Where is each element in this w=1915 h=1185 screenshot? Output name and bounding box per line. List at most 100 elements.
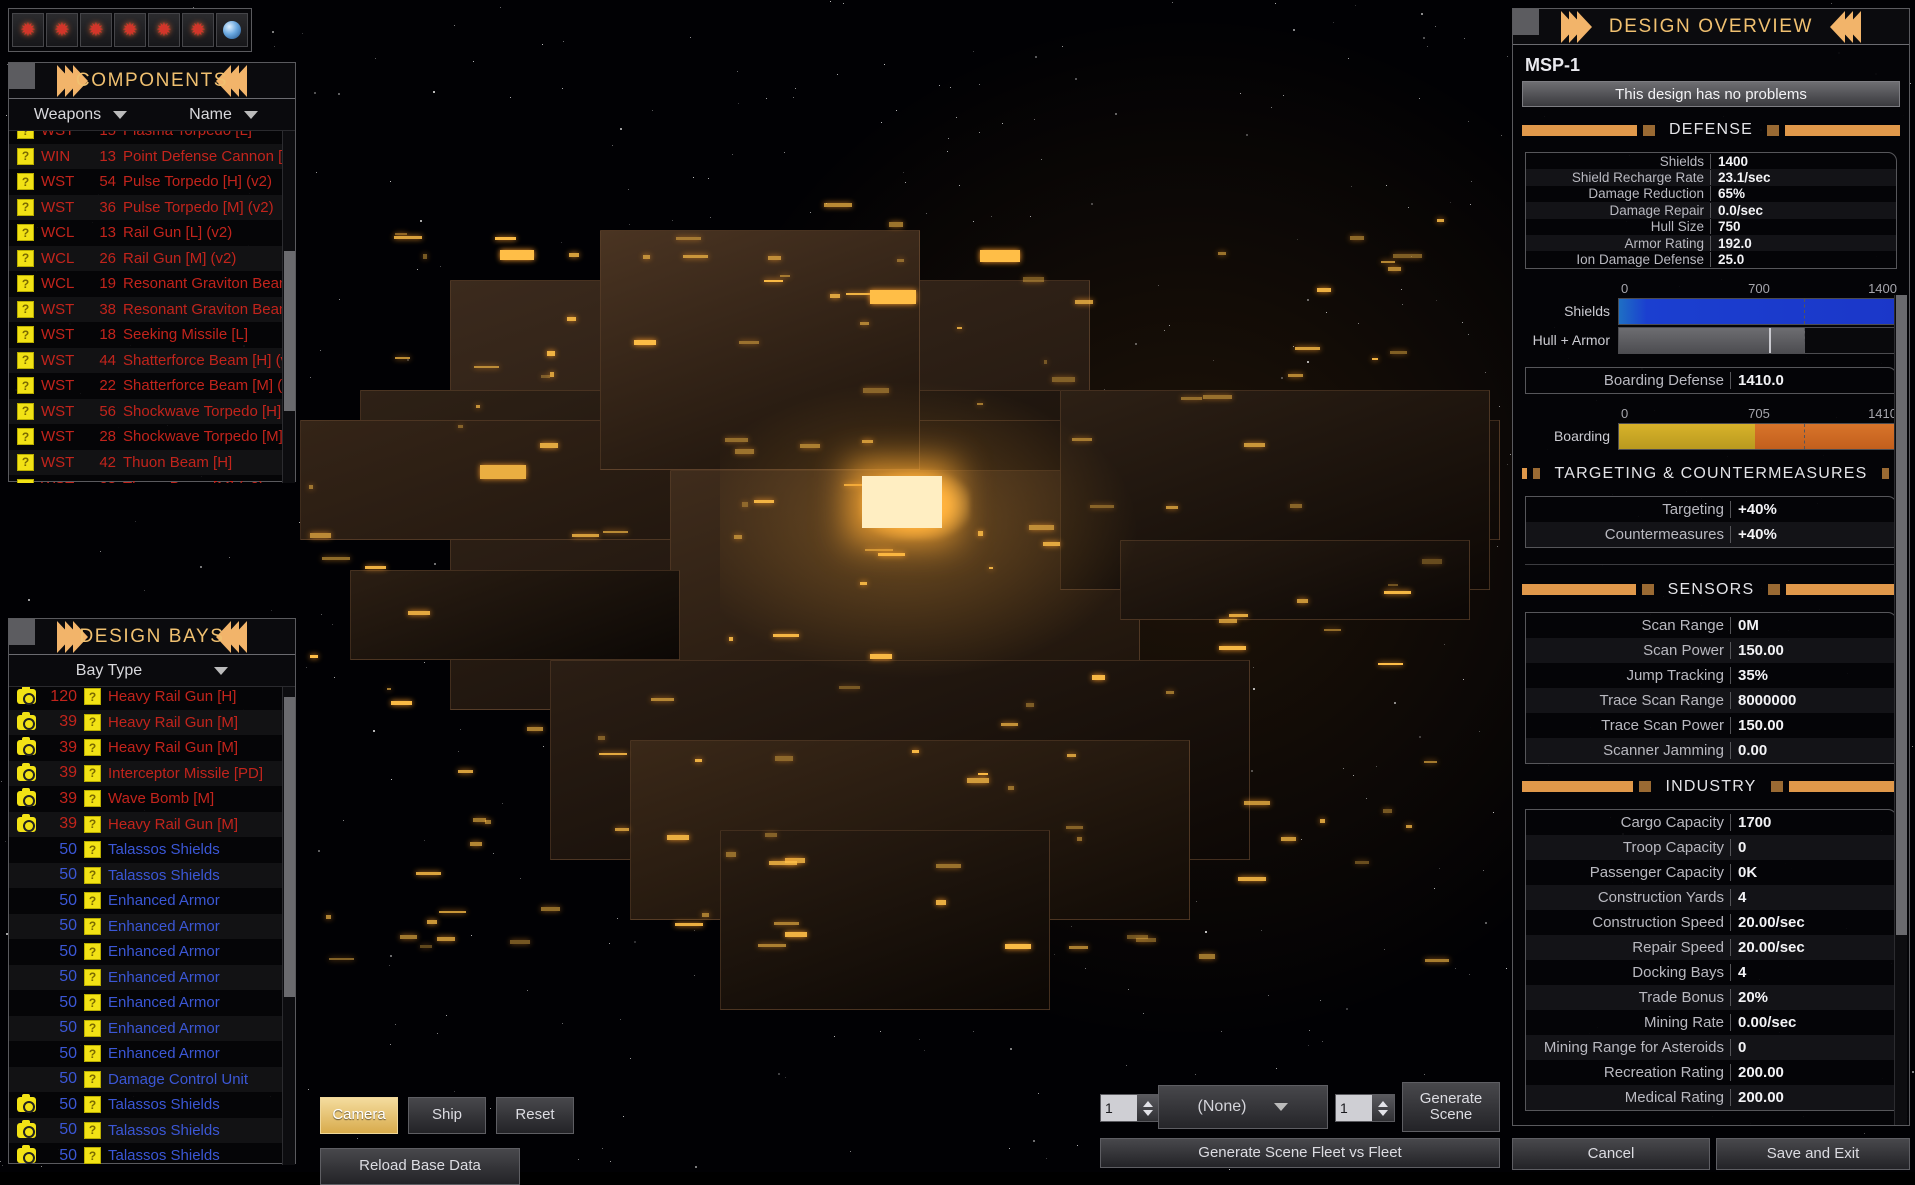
scene-count-stepper-1[interactable]: 1: [1100, 1094, 1160, 1122]
camera-icon[interactable]: [17, 791, 36, 806]
help-icon[interactable]: ?: [84, 1045, 101, 1062]
sun-icon-button-1[interactable]: ✹: [12, 13, 44, 47]
chevron-up-icon[interactable]: [1378, 1101, 1388, 1107]
list-item[interactable]: 50?Talassos Shields: [9, 1118, 295, 1144]
ship-button[interactable]: Ship: [408, 1097, 486, 1134]
table-row[interactable]: ?WIN13Point Defense Cannon [P: [9, 144, 295, 170]
list-item[interactable]: 50?Enhanced Armor: [9, 990, 295, 1016]
table-row[interactable]: ?WST44Shatterforce Beam [H] (v: [9, 348, 295, 374]
table-row[interactable]: ?WST36Pulse Torpedo [M] (v2): [9, 195, 295, 221]
table-row[interactable]: ?WST15Plasma Torpedo [L]: [9, 131, 295, 144]
sun-icon-button-2[interactable]: ✹: [46, 13, 78, 47]
list-item[interactable]: 39?Wave Bomb [M]: [9, 786, 295, 812]
help-icon[interactable]: ?: [17, 377, 34, 394]
help-icon[interactable]: ?: [17, 173, 34, 190]
help-icon[interactable]: ?: [17, 326, 34, 343]
scene-count-value-1[interactable]: 1: [1101, 1095, 1137, 1121]
camera-icon[interactable]: [17, 1148, 36, 1163]
chevron-down-icon[interactable]: [1143, 1110, 1153, 1116]
help-icon[interactable]: ?: [17, 131, 34, 139]
reset-button[interactable]: Reset: [496, 1097, 574, 1134]
camera-icon[interactable]: [17, 689, 36, 704]
camera-icon[interactable]: [17, 740, 36, 755]
help-icon[interactable]: ?: [84, 1020, 101, 1037]
list-item[interactable]: 50?Enhanced Armor: [9, 1016, 295, 1042]
save-and-exit-button[interactable]: Save and Exit: [1716, 1138, 1910, 1170]
help-icon[interactable]: ?: [84, 918, 101, 935]
stepper-arrows-2[interactable]: [1372, 1095, 1394, 1121]
table-row[interactable]: ?WST18Seeking Missile [L]: [9, 322, 295, 348]
components-category-dropdown[interactable]: Weapons: [9, 106, 152, 124]
list-item[interactable]: 39?Heavy Rail Gun [M]: [9, 735, 295, 761]
list-item[interactable]: 50?Talassos Shields: [9, 1092, 295, 1118]
help-icon[interactable]: ?: [84, 816, 101, 833]
list-item[interactable]: 50?Talassos Shields: [9, 837, 295, 863]
help-icon[interactable]: ?: [84, 1122, 101, 1139]
help-icon[interactable]: ?: [17, 428, 34, 445]
table-row[interactable]: ?WST54Pulse Torpedo [H] (v2): [9, 169, 295, 195]
table-row[interactable]: ?WCL26Rail Gun [M] (v2): [9, 246, 295, 272]
list-item[interactable]: 50?Damage Control Unit: [9, 1067, 295, 1093]
list-item[interactable]: 50?Enhanced Armor: [9, 939, 295, 965]
bay-type-dropdown[interactable]: Bay Type: [9, 662, 295, 680]
help-icon[interactable]: ?: [84, 1096, 101, 1113]
camera-icon[interactable]: [17, 766, 36, 781]
cancel-button[interactable]: Cancel: [1512, 1138, 1710, 1170]
chevron-up-icon[interactable]: [1143, 1101, 1153, 1107]
scene-count-value-2[interactable]: 1: [1336, 1095, 1372, 1121]
help-icon[interactable]: ?: [84, 714, 101, 731]
table-row[interactable]: ?WCL19Resonant Graviton Beam: [9, 271, 295, 297]
reload-base-data-button[interactable]: Reload Base Data: [320, 1148, 520, 1185]
table-row[interactable]: ?WST22Shatterforce Beam [M] (: [9, 373, 295, 399]
ship-3d-viewport[interactable]: [300, 140, 1480, 990]
overview-scroll-thumb[interactable]: [1896, 295, 1907, 935]
help-icon[interactable]: ?: [84, 1147, 101, 1164]
list-item[interactable]: 50?Talassos Shields: [9, 863, 295, 889]
list-item[interactable]: 50?Enhanced Armor: [9, 888, 295, 914]
table-row[interactable]: ?WST28Thuon Beam [M] (v2): [9, 475, 295, 483]
help-icon[interactable]: ?: [84, 841, 101, 858]
sun-icon-button-6[interactable]: ✹: [182, 13, 214, 47]
camera-icon[interactable]: [17, 1123, 36, 1138]
help-icon[interactable]: ?: [17, 301, 34, 318]
table-row[interactable]: ?WST42Thuon Beam [H]: [9, 450, 295, 476]
help-icon[interactable]: ?: [84, 688, 101, 705]
help-icon[interactable]: ?: [17, 479, 34, 483]
overview-scrollbar[interactable]: [1894, 295, 1907, 1125]
list-item[interactable]: 39?Heavy Rail Gun [M]: [9, 710, 295, 736]
design-bays-scroll-thumb[interactable]: [284, 697, 295, 997]
list-item[interactable]: 120?Heavy Rail Gun [H]: [9, 687, 295, 710]
list-item[interactable]: 50?Enhanced Armor: [9, 1041, 295, 1067]
help-icon[interactable]: ?: [84, 969, 101, 986]
table-row[interactable]: ?WST28Shockwave Torpedo [M]: [9, 424, 295, 450]
list-item[interactable]: 39?Interceptor Missile [PD]: [9, 761, 295, 787]
help-icon[interactable]: ?: [17, 275, 34, 292]
table-row[interactable]: ?WST38Resonant Graviton Beam: [9, 297, 295, 323]
list-item[interactable]: 50?Enhanced Armor: [9, 914, 295, 940]
sun-icon-button-4[interactable]: ✹: [114, 13, 146, 47]
list-item[interactable]: 50?Enhanced Armor: [9, 965, 295, 991]
chevron-down-icon[interactable]: [1378, 1110, 1388, 1116]
camera-icon[interactable]: [17, 817, 36, 832]
sun-icon-button-5[interactable]: ✹: [148, 13, 180, 47]
help-icon[interactable]: ?: [17, 352, 34, 369]
camera-icon[interactable]: [17, 1097, 36, 1112]
design-bays-scrollbar[interactable]: [282, 687, 295, 1165]
help-icon[interactable]: ?: [84, 765, 101, 782]
help-icon[interactable]: ?: [84, 1071, 101, 1088]
help-icon[interactable]: ?: [17, 403, 34, 420]
help-icon[interactable]: ?: [17, 148, 34, 165]
list-item[interactable]: 50?Talassos Shields: [9, 1143, 295, 1165]
help-icon[interactable]: ?: [84, 994, 101, 1011]
components-list[interactable]: ?WST15Plasma Torpedo [L]?WIN13Point Defe…: [9, 131, 295, 483]
list-item[interactable]: 39?Heavy Rail Gun [M]: [9, 812, 295, 838]
table-row[interactable]: ?WCL13Rail Gun [L] (v2): [9, 220, 295, 246]
scene-count-stepper-2[interactable]: 1: [1335, 1094, 1395, 1122]
stepper-arrows-1[interactable]: [1137, 1095, 1159, 1121]
planet-icon-button[interactable]: [216, 13, 248, 47]
help-icon[interactable]: ?: [17, 454, 34, 471]
help-icon[interactable]: ?: [84, 867, 101, 884]
design-bays-list[interactable]: 120?Heavy Rail Gun [H]39?Heavy Rail Gun …: [9, 687, 295, 1165]
sun-icon-button-3[interactable]: ✹: [80, 13, 112, 47]
help-icon[interactable]: ?: [84, 790, 101, 807]
